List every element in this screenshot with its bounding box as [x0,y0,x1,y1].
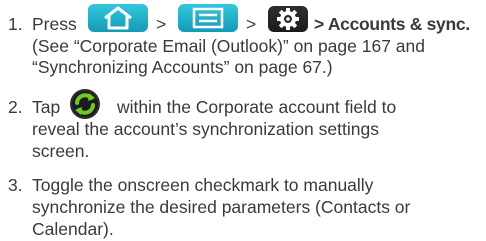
step-2-line-3: screen. [32,141,90,161]
step-2: 2. Tap within the Corporate account fiel… [8,88,482,161]
step-1: 1. Press > > > Accounts & sync. (See “Co… [8,4,482,77]
sync-icon [69,88,101,120]
step-1-line-2: “Synchronizing Accounts” on page 67.) [32,57,333,77]
step-number: 2. [8,97,23,117]
step-number: 1. [8,14,23,34]
step-3-line-2: synchronize the desired parameters (Cont… [32,197,411,217]
step-2-line-1: within the Corporate account field to [117,97,397,117]
menu-key-icon [178,4,238,32]
instruction-steps: 1. Press > > > Accounts & sync. (See “Co… [0,0,486,241]
step-2-tap-label: Tap [32,97,61,117]
step-2-line-2: reveal the account’s synchronization set… [32,119,379,139]
step-1-line-1: (See “Corporate Email (Outlook)” on page… [32,36,425,56]
settings-gear-icon [268,6,308,32]
home-key-icon [88,4,148,32]
step-number: 3. [8,175,23,195]
accounts-and-sync-label: > Accounts & sync. [314,14,470,34]
separator-2: > [246,14,257,34]
step-3: 3. Toggle the onscreen checkmark to manu… [8,174,482,240]
step-1-press-label: Press [32,14,77,34]
separator-1: > [156,14,167,34]
step-3-line-3: Calendar). [32,219,114,239]
step-3-line-1: Toggle the onscreen checkmark to manuall… [32,175,374,195]
